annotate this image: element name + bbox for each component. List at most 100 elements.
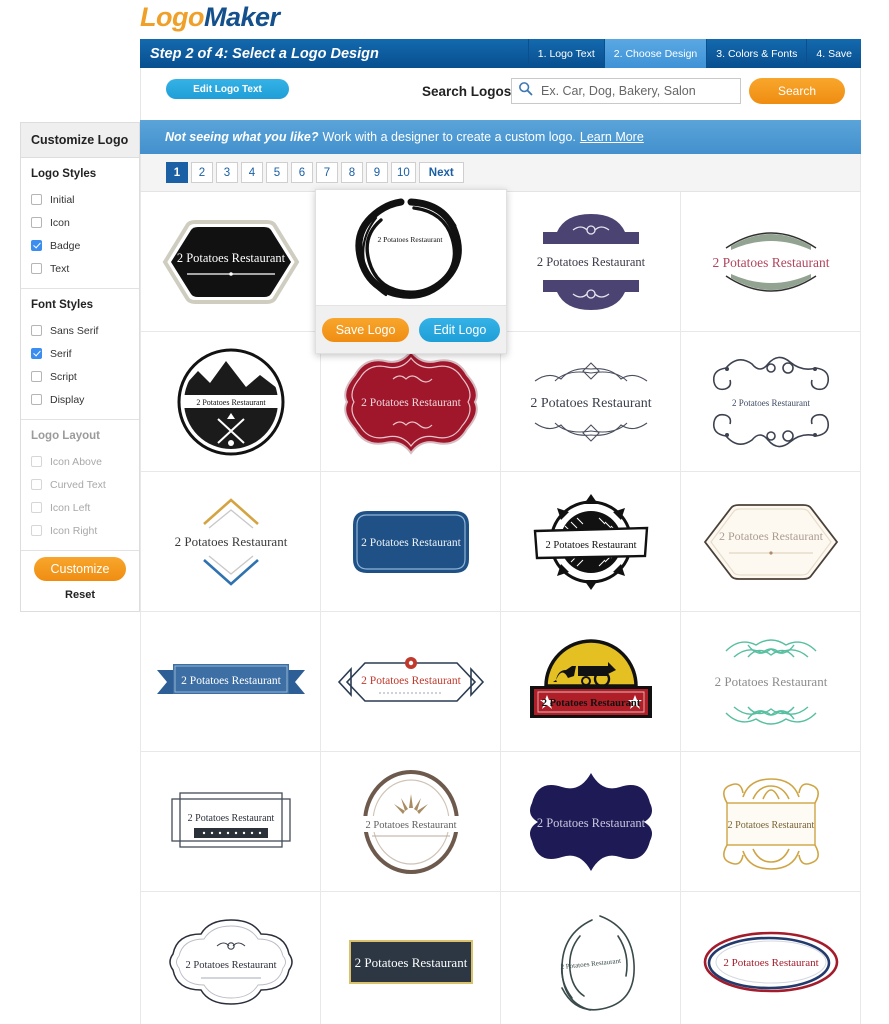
filter-icon[interactable]: Icon — [31, 211, 139, 234]
page-button-next[interactable]: Next — [418, 162, 464, 183]
logo-card-19[interactable]: 2 Potatoes Restaurant — [501, 752, 681, 892]
logo-art-brown-oval-fan: 2 Potatoes Restaurant — [357, 769, 464, 874]
checkbox-icon-badge[interactable] — [31, 240, 42, 251]
save-logo-button[interactable]: Save Logo — [321, 317, 410, 342]
logo-text-11: 2 Potatoes Restaurant — [545, 540, 636, 551]
page-button-4[interactable]: 4 — [241, 162, 263, 183]
logo-art-scroll-frame: 2 Potatoes Restaurant — [712, 356, 829, 447]
section-title-logo-layout: Logo Layout — [31, 430, 100, 442]
page-button-6[interactable]: 6 — [291, 162, 313, 183]
filter-icon-left: Icon Left — [31, 496, 139, 519]
filter-serif[interactable]: Serif — [31, 342, 139, 365]
page-button-8[interactable]: 8 — [341, 162, 363, 183]
logo-art-sage-arc-crimson-text: 2 Potatoes Restaurant — [712, 231, 829, 292]
checkbox-icon-curved-text — [31, 479, 42, 490]
logo-text-20: 2 Potatoes Restaurant — [727, 820, 814, 831]
search-input[interactable] — [539, 83, 740, 99]
logo-text-19: 2 Potatoes Restaurant — [536, 816, 645, 830]
logo-text-8: 2 Potatoes Restaurant — [732, 398, 810, 408]
tab-choose-design[interactable]: 2. Choose Design — [603, 39, 707, 68]
logo-art-gold-crown-frame: 2 Potatoes Restaurant — [722, 777, 819, 870]
filter-script[interactable]: Script — [31, 365, 139, 388]
logo-card-16[interactable]: 2 Potatoes Restaurant — [681, 612, 861, 752]
logo-art-gold-chevron-stack: 2 Potatoes Restaurant — [174, 497, 287, 586]
page-button-7[interactable]: 7 — [316, 162, 338, 183]
logo-card-12[interactable]: 2 Potatoes Restaurant — [681, 472, 861, 612]
checkbox-icon-icon-left — [31, 502, 42, 513]
logo-card-1[interactable]: 2 Potatoes Restaurant — [141, 192, 321, 332]
logo-card-7[interactable]: 2 Potatoes Restaurant — [501, 332, 681, 472]
checkbox-icon-icon[interactable] — [31, 217, 42, 228]
logo-card-8[interactable]: 2 Potatoes Restaurant — [681, 332, 861, 472]
sidebar-title: Customize Logo — [21, 123, 139, 158]
page-button-9[interactable]: 9 — [366, 162, 388, 183]
logo-art-navy-quatrefoil: 2 Potatoes Restaurant — [529, 772, 652, 871]
logo-text-24: 2 Potatoes Restaurant — [723, 957, 818, 969]
logo-art-double-rectangle-frame: 2 Potatoes Restaurant — [170, 791, 291, 848]
logo-card-10[interactable]: 2 Potatoes Restaurant — [321, 472, 501, 612]
designer-banner-text: Work with a designer to create a custom … — [322, 130, 576, 144]
page-button-1[interactable]: 1 — [166, 162, 188, 183]
logo-card-14[interactable]: 2 Potatoes Restaurant — [321, 612, 501, 752]
logo-card-23[interactable]: 2 Potatoes Restaurant — [501, 892, 681, 1024]
search-logos-label: Search Logos — [422, 84, 512, 99]
filter-label-icon-left: Icon Left — [50, 501, 91, 514]
checkbox-icon-sans-serif[interactable] — [31, 325, 42, 336]
checkbox-icon-display[interactable] — [31, 394, 42, 405]
filter-text[interactable]: Text — [31, 257, 139, 280]
logo-card-5[interactable]: 2 Potatoes Restaurant — [141, 332, 321, 472]
logo-card-20[interactable]: 2 Potatoes Restaurant — [681, 752, 861, 892]
filter-label-text: Text — [50, 262, 70, 275]
learn-more-link[interactable]: Learn More — [580, 130, 644, 144]
logo-card-22[interactable]: 2 Potatoes Restaurant — [321, 892, 501, 1024]
logo-card-18[interactable]: 2 Potatoes Restaurant — [321, 752, 501, 892]
checkbox-icon-initial[interactable] — [31, 194, 42, 205]
filter-display[interactable]: Display — [31, 388, 139, 411]
logo-card-15[interactable]: 2 Potatoes Restaurant — [501, 612, 681, 752]
tab-colors-fonts[interactable]: 3. Colors & Fonts — [706, 39, 806, 68]
tab-logo-text[interactable]: 1. Logo Text — [527, 39, 604, 68]
search-box[interactable] — [511, 78, 741, 104]
logo-hover-card-art: 2 Potatoes Restaurant — [316, 190, 506, 305]
logo-card-11[interactable]: 2 Potatoes Restaurant — [501, 472, 681, 612]
logo-card-24[interactable]: 2 Potatoes Restaurant — [681, 892, 861, 1024]
logo-text-12: 2 Potatoes Restaurant — [719, 529, 824, 543]
designer-banner-bold: Not seeing what you like? — [165, 130, 319, 144]
logo-hover-card[interactable]: 2 Potatoes Restaurant Save Logo Edit Log… — [315, 189, 507, 354]
logo-card-17[interactable]: 2 Potatoes Restaurant — [141, 752, 321, 892]
logo-text-5: 2 Potatoes Restaurant — [196, 398, 266, 407]
logo-card-13[interactable]: 2 Potatoes Restaurant — [141, 612, 321, 752]
logo-card-21[interactable]: 2 Potatoes Restaurant — [141, 892, 321, 1024]
logo-card-3[interactable]: 2 Potatoes Restaurant — [501, 192, 681, 332]
search-toolbar: Edit Logo Text Search Logos Search — [140, 68, 861, 120]
logo-text-21: 2 Potatoes Restaurant — [185, 960, 276, 971]
filter-initial[interactable]: Initial — [31, 188, 139, 211]
edit-logo-text-button[interactable]: Edit Logo Text — [166, 79, 289, 99]
fan-ornament-icon — [393, 793, 428, 814]
page-button-3[interactable]: 3 — [216, 162, 238, 183]
page-button-5[interactable]: 5 — [266, 162, 288, 183]
logo-art-red-carriage-crest: 2 Potatoes Restaurant — [529, 638, 652, 718]
filter-label-icon-right: Icon Right — [50, 524, 98, 537]
tab-save[interactable]: 4. Save — [806, 39, 861, 68]
page-button-10[interactable]: 10 — [391, 162, 416, 183]
checkbox-icon-serif[interactable] — [31, 348, 42, 359]
section-title-font-styles: Font Styles — [31, 299, 93, 311]
logo-card-4[interactable]: 2 Potatoes Restaurant — [681, 192, 861, 332]
reset-button[interactable]: Reset — [21, 589, 139, 601]
checkbox-icon-script[interactable] — [31, 371, 42, 382]
search-button[interactable]: Search — [749, 78, 845, 104]
sidebar-section-logo-styles: Logo Styles Initial Icon Badge Text — [21, 158, 139, 289]
filter-sans-serif[interactable]: Sans Serif — [31, 319, 139, 342]
checkbox-icon-icon-above — [31, 456, 42, 467]
logo-art-brush-circle: 2 Potatoes Restaurant — [355, 198, 462, 299]
filter-curved-text: Curved Text — [31, 473, 139, 496]
page-button-2[interactable]: 2 — [191, 162, 213, 183]
filter-badge[interactable]: Badge — [31, 234, 139, 257]
edit-logo-button[interactable]: Edit Logo — [419, 317, 501, 342]
customize-button[interactable]: Customize — [34, 557, 126, 581]
checkbox-icon-text[interactable] — [31, 263, 42, 274]
filter-label-script: Script — [50, 370, 77, 383]
logo-card-9[interactable]: 2 Potatoes Restaurant — [141, 472, 321, 612]
brand-logo[interactable]: LogoMaker — [140, 2, 280, 33]
